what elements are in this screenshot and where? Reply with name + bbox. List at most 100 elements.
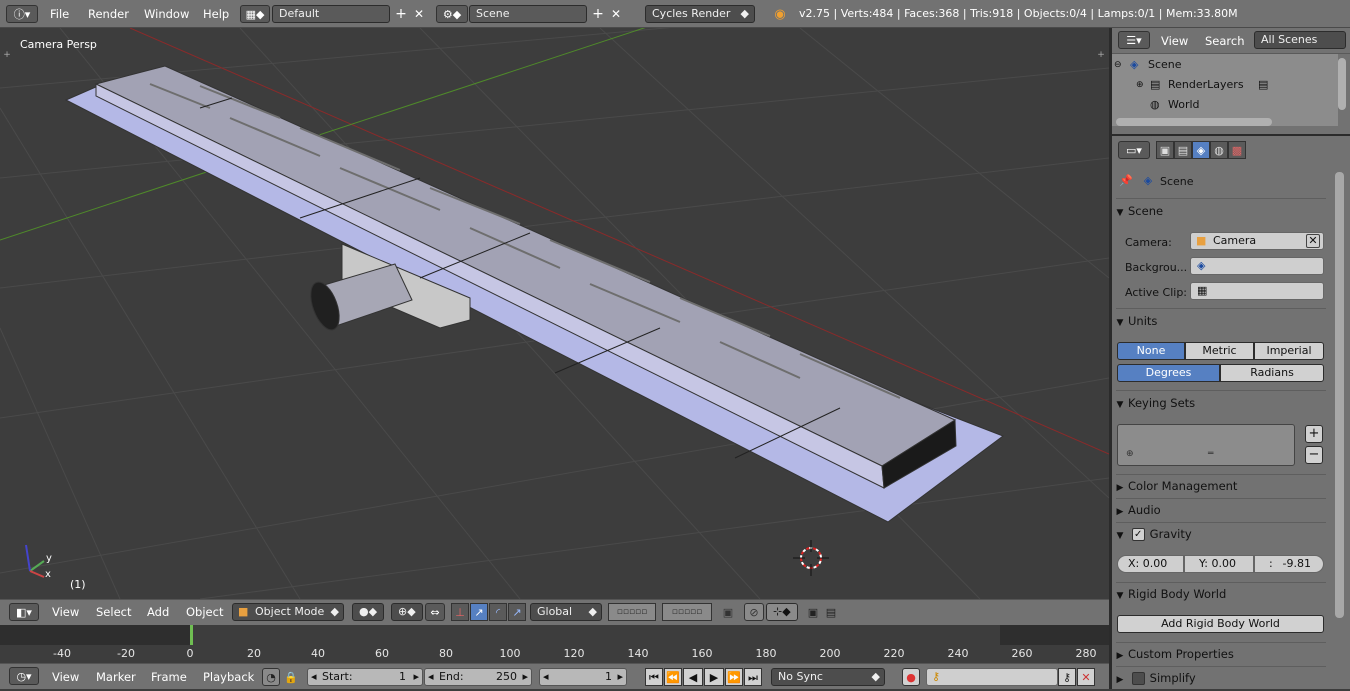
screen-layout-icon[interactable]: ▦◆ [240,5,270,23]
render-engine-dropdown[interactable]: Cycles Render ◆ [645,5,755,23]
menu-view[interactable]: View [52,599,79,625]
custom-properties-panel-header[interactable]: ▶ Custom Properties [1112,643,1328,665]
menu-add[interactable]: Add [147,599,169,625]
gravity-panel-header[interactable]: ▼ ✓ Gravity [1112,523,1328,545]
end-frame-field[interactable]: ◂ End: 250 ▸ [424,668,532,686]
list-resize-grip-icon[interactable]: ═ [1208,449,1213,459]
shading-dropdown[interactable]: ●◆ [352,603,384,621]
add-keying-set-button[interactable]: + [1305,425,1323,443]
close-layout-icon[interactable]: ✕ [411,5,427,23]
gravity-x-field[interactable]: X: 0.00 [1117,555,1184,573]
outliner-item-scene[interactable]: ⊖ ◈ Scene [1112,56,1338,74]
add-layout-icon[interactable]: + [393,5,409,23]
menu-select[interactable]: Select [96,599,131,625]
screen-layout-field[interactable]: Default [272,5,390,23]
background-scene-field[interactable]: ◈ [1190,257,1324,275]
jump-keyframe-back-icon[interactable]: ⏪ [664,668,682,686]
sync-dropdown[interactable]: No Sync ◆ [771,668,885,686]
jump-keyframe-forward-icon[interactable]: ⏩ [725,668,743,686]
properties-editor-button[interactable]: ▭▾ [1118,141,1150,159]
timeline-editor-button[interactable]: ◷▾ [9,667,39,685]
scene-icon[interactable]: ⚙◆ [436,5,468,23]
units-imperial-button[interactable]: Imperial [1254,342,1324,360]
units-metric-button[interactable]: Metric [1185,342,1254,360]
info-editor-button[interactable]: ⓘ▾ [6,5,38,23]
camera-field[interactable]: ■ Camera ✕ [1190,232,1324,250]
expand-right-icon[interactable]: + [1096,50,1106,60]
expand-left-icon[interactable]: + [2,50,12,60]
timeline-area[interactable]: -40 -20 0 20 40 60 80 100 120 140 160 180 200 220 240 2… [0,625,1109,663]
timeline-menu-frame[interactable]: Frame [151,664,187,690]
expand-icon[interactable]: ⊕ [1136,76,1144,94]
keying-sets-panel-header[interactable]: ▼ Keying Sets [1112,392,1328,414]
outliner-vscrollbar[interactable] [1338,58,1346,110]
jump-end-icon[interactable]: ⏭ [744,668,762,686]
simplify-panel-header[interactable]: ▶ Simplify [1112,667,1328,689]
viewport-3d[interactable]: Camera Persp y x (1) + + [0,28,1109,599]
menu-window[interactable]: Window [144,0,189,28]
gravity-z-field[interactable]: : -9.81 [1254,555,1324,573]
preview-range-icon[interactable]: ◔ [262,668,280,686]
rigid-body-panel-header[interactable]: ▼ Rigid Body World [1112,583,1328,605]
timeline-menu-marker[interactable]: Marker [96,664,136,690]
gravity-y-field[interactable]: Y: 0.00 [1184,555,1254,573]
keying-set-field[interactable]: ⚷ [926,668,1058,686]
manipulator-icon[interactable]: ⇔ [425,603,445,621]
record-icon[interactable]: ● [902,668,920,686]
renderlayer-toggle-icon[interactable]: ▤ [1258,76,1268,94]
start-frame-field[interactable]: ◂ Start: 1 ▸ [307,668,423,686]
texture-tab-icon[interactable]: ▩ [1228,141,1246,159]
timeline-current-frame-marker[interactable] [190,625,193,645]
render-tab-icon[interactable]: ▣ [1156,141,1174,159]
degrees-button[interactable]: Degrees [1117,364,1220,382]
snap-dropdown[interactable]: ⊹◆ [766,603,798,621]
delete-keyframe-icon[interactable]: ✕ [1077,668,1095,686]
orientation-dropdown[interactable]: Global ◆ [530,603,602,621]
lock-icon[interactable]: 🔒 [282,668,300,686]
rotate-icon[interactable]: ◜ [489,603,507,621]
editor-type-button[interactable]: ◧▾ [9,603,39,621]
play-icon[interactable]: ▶ [704,668,724,686]
menu-help[interactable]: Help [203,0,229,28]
play-reverse-icon[interactable]: ◀ [683,668,703,686]
properties-vscrollbar[interactable] [1335,172,1344,618]
render-image-icon[interactable]: ▣ [804,603,822,621]
outliner-menu-view[interactable]: View [1161,28,1188,54]
menu-render[interactable]: Render [88,0,129,28]
mode-dropdown[interactable]: ■ Object Mode ◆ [232,603,344,621]
units-none-button[interactable]: None [1117,342,1185,360]
remove-keying-set-button[interactable]: − [1305,446,1323,464]
keying-sets-list[interactable]: ⊕ ═ [1117,424,1295,466]
proportional-edit-icon[interactable]: ⊘ [744,603,764,621]
layers-grid2-icon[interactable]: ▫▫▫▫▫ [662,603,712,621]
close-scene-icon[interactable]: ✕ [608,5,624,23]
jump-start-icon[interactable]: ⏮ [645,668,663,686]
scene-panel-header[interactable]: ▼ Scene [1112,200,1328,222]
gravity-checkbox[interactable]: ✓ [1131,528,1145,541]
simplify-checkbox[interactable] [1131,672,1145,685]
scale-icon[interactable]: ↗ [508,603,526,621]
menu-file[interactable]: File [50,0,69,28]
world-tab-icon[interactable]: ◍ [1210,141,1228,159]
scene-tab-icon[interactable]: ◈ [1192,141,1210,159]
color-management-panel-header[interactable]: ▶ Color Management [1112,475,1328,497]
outliner-hscrollbar[interactable] [1116,118,1272,126]
current-frame-field[interactable]: ◂ 1 ▸ [539,668,627,686]
scene-field[interactable]: Scene [469,5,587,23]
menu-object[interactable]: Object [186,599,223,625]
layers-grid-icon[interactable]: ▫▫▫▫▫ [608,603,656,621]
outliner-filter-dropdown[interactable]: All Scenes [1254,31,1346,49]
list-filter-icon[interactable]: ⊕ [1126,449,1134,459]
insert-keyframe-icon[interactable]: ⚷ [1058,668,1076,686]
outliner-editor-button[interactable]: ☰▾ [1118,31,1150,49]
outliner-menu-search[interactable]: Search [1205,28,1245,54]
render-layers-tab-icon[interactable]: ▤ [1174,141,1192,159]
3d-cursor[interactable] [793,540,829,576]
lock-layers-icon[interactable]: ▣ [719,603,737,621]
render-animation-icon[interactable]: ▤ [822,603,840,621]
outliner-item-renderlayers[interactable]: ⊕ ▤ RenderLayers ▤ [1112,76,1338,94]
outliner-item-world[interactable]: ◍ World [1112,96,1338,114]
clear-camera-icon[interactable]: ✕ [1306,234,1320,248]
timeline-menu-playback[interactable]: Playback [203,664,254,690]
radians-button[interactable]: Radians [1220,364,1324,382]
